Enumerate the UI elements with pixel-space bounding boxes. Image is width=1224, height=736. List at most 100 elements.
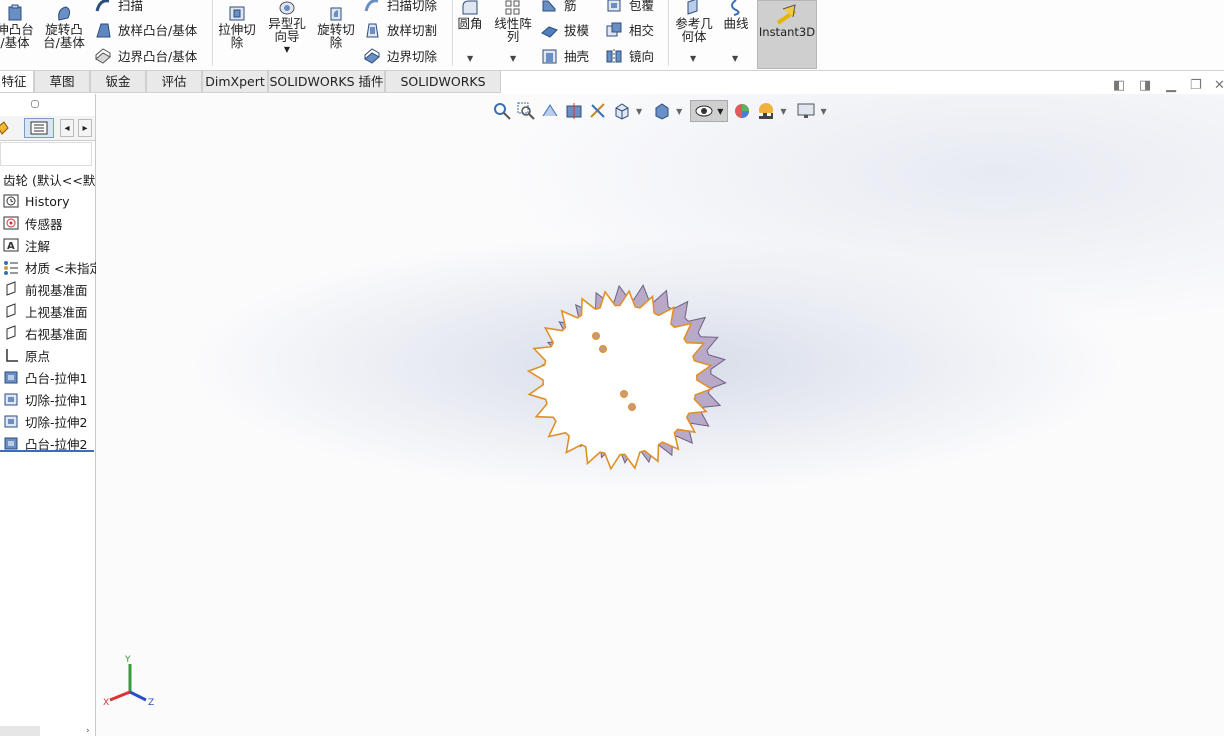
rib-icon: [542, 0, 556, 11]
tree-item[interactable]: 右视基准面: [2, 323, 88, 343]
revolved-cut-button[interactable]: 旋转切 除: [313, 4, 359, 49]
scroll-right-arrow-icon[interactable]: ›: [86, 726, 90, 736]
command-manager-tabs: 特征 草图 钣金 评估 DimXpert SOLIDWORKS 插件 SOLID…: [0, 71, 1224, 111]
material-icon: [4, 261, 18, 275]
curves-dropdown[interactable]: ▼: [732, 54, 738, 63]
reference-geometry-button[interactable]: 参考几 何体: [671, 0, 717, 43]
scroll-left-icon[interactable]: ◂: [60, 119, 74, 137]
plane-icon: [6, 281, 16, 296]
minimize-icon[interactable]: ▁: [1166, 78, 1176, 93]
linear-pattern-button[interactable]: 线性阵 列: [490, 0, 536, 43]
tab-sheet-metal[interactable]: 钣金: [90, 71, 146, 93]
intersect-icon: [606, 22, 622, 36]
tab-features[interactable]: 特征: [0, 71, 34, 93]
tree-item-label: 原点: [25, 348, 51, 364]
tree-item[interactable]: A 注解: [2, 235, 50, 255]
linear-pattern-icon: [505, 0, 520, 15]
tree-item[interactable]: 切除-拉伸2: [2, 411, 87, 431]
tree-item[interactable]: 传感器: [2, 213, 63, 233]
reference-triad: Y X Z: [103, 655, 154, 708]
instant3d-button[interactable]: Instant3D: [757, 0, 817, 69]
tree-item-label: 传感器: [25, 216, 63, 232]
tab-solidworks-addins[interactable]: SOLIDWORKS 插件: [268, 71, 385, 93]
property-manager-tab-icon[interactable]: [24, 118, 54, 138]
tree-item[interactable]: History: [2, 191, 69, 211]
shell-icon: [542, 49, 557, 63]
extruded-boss-icon: [8, 4, 22, 21]
close-icon[interactable]: ✕: [1214, 78, 1224, 93]
reference-geometry-dropdown[interactable]: ▼: [690, 54, 696, 63]
swept-cut-button[interactable]: 扫描切除: [363, 0, 437, 14]
panel-tabs: ◂ ▸: [0, 116, 95, 141]
graphics-area[interactable]: ▼ ▼ ▼ ▼ ▼ Y X Z: [96, 94, 1224, 736]
gear-hole: [628, 403, 636, 411]
cut-icon: [4, 393, 18, 406]
curves-icon: [731, 0, 740, 16]
boundary-boss-button[interactable]: 边界凸台/基体: [94, 46, 197, 65]
extrude-icon: [4, 371, 18, 384]
shell-button[interactable]: 抽壳: [540, 46, 589, 65]
tree-item[interactable]: 材质 <未指定: [2, 257, 102, 277]
rollback-bar[interactable]: [0, 450, 94, 452]
mirror-button[interactable]: 镜向: [605, 46, 654, 65]
pane-right-icon[interactable]: ◨: [1139, 78, 1151, 93]
swept-boss-button[interactable]: 扫描: [94, 0, 143, 14]
revolved-boss-button[interactable]: 旋转凸 台/基体: [40, 4, 88, 49]
boundary-cut-icon: [364, 47, 380, 64]
tree-item-label: 材质 <未指定: [25, 260, 102, 276]
fillet-button[interactable]: 圆角: [453, 0, 487, 30]
revolved-boss-icon: [58, 6, 71, 21]
origin-icon: [6, 349, 18, 362]
mirror-icon: [606, 48, 622, 64]
tab-solidworks-mbd[interactable]: SOLIDWORKS MBD: [385, 71, 501, 111]
panel-grip-icon[interactable]: [31, 100, 39, 108]
tree-item-label: 注解: [25, 238, 51, 254]
hole-wizard-button[interactable]: 异型孔 向导 ▼: [264, 0, 310, 56]
feature-manager-panel: ◂ ▸ 齿轮 (默认<<默 History 传感器 A 注解材质 <未指定前视基准面上…: [0, 94, 105, 736]
tab-dimxpert[interactable]: DimXpert: [202, 71, 268, 93]
gear-model[interactable]: [96, 94, 1224, 736]
boundary-boss-icon: [95, 47, 111, 64]
tree-item[interactable]: 前视基准面: [2, 279, 88, 299]
tree-item-label: 上视基准面: [25, 304, 88, 320]
extruded-boss-button[interactable]: 伸凸台 /基体: [0, 4, 38, 49]
scroll-right-icon[interactable]: ▸: [78, 119, 92, 137]
lofted-cut-icon: [366, 23, 379, 37]
wrap-icon: [607, 0, 621, 11]
revolved-cut-icon: [330, 7, 342, 21]
restore-icon[interactable]: ❐: [1190, 78, 1202, 93]
horizontal-scrollbar[interactable]: [0, 726, 40, 736]
tree-item[interactable]: 原点: [2, 345, 50, 365]
tree-item[interactable]: 上视基准面: [2, 301, 88, 321]
triad-x-axis: [109, 690, 131, 702]
command-manager-ribbon: 伸凸台 /基体 旋转凸 台/基体 扫描 放样凸台/基体 边界凸台/基体 拉伸切 …: [0, 0, 1224, 71]
pane-left-icon[interactable]: ◧: [1113, 78, 1125, 93]
tab-evaluate[interactable]: 评估: [146, 71, 202, 93]
intersect-button[interactable]: 相交: [605, 20, 654, 39]
tree-item[interactable]: 凸台-拉伸1: [2, 367, 87, 387]
tree-item[interactable]: 切除-拉伸1: [2, 389, 87, 409]
lofted-boss-button[interactable]: 放样凸台/基体: [94, 20, 197, 39]
boundary-cut-button[interactable]: 边界切除: [363, 46, 437, 65]
tab-sketch[interactable]: 草图: [34, 71, 90, 93]
feature-manager-tab-icon[interactable]: [0, 119, 12, 137]
pattern-dropdown[interactable]: ▼: [510, 54, 516, 63]
extruded-cut-button[interactable]: 拉伸切 除: [214, 4, 260, 49]
separator: [212, 0, 213, 66]
extruded-cut-icon: [229, 6, 245, 21]
triad-x-label: X: [103, 698, 109, 708]
sensor-icon: [3, 216, 19, 230]
curves-button[interactable]: 曲线: [719, 0, 753, 30]
feature-filter-input[interactable]: [0, 142, 92, 166]
extrude-icon: [4, 437, 18, 450]
draft-button[interactable]: 拔模: [540, 20, 589, 39]
lofted-cut-button[interactable]: 放样切割: [363, 20, 437, 39]
rib-button[interactable]: 筋: [540, 0, 577, 14]
cut-icon: [4, 415, 18, 428]
sweep-icon: [95, 0, 110, 11]
reference-geometry-icon: [687, 0, 698, 15]
fillet-dropdown[interactable]: ▼: [467, 54, 473, 63]
wrap-button[interactable]: 包覆: [605, 0, 654, 14]
tree-root-part[interactable]: 齿轮 (默认<<默: [3, 169, 95, 189]
plane-icon: [6, 325, 16, 340]
